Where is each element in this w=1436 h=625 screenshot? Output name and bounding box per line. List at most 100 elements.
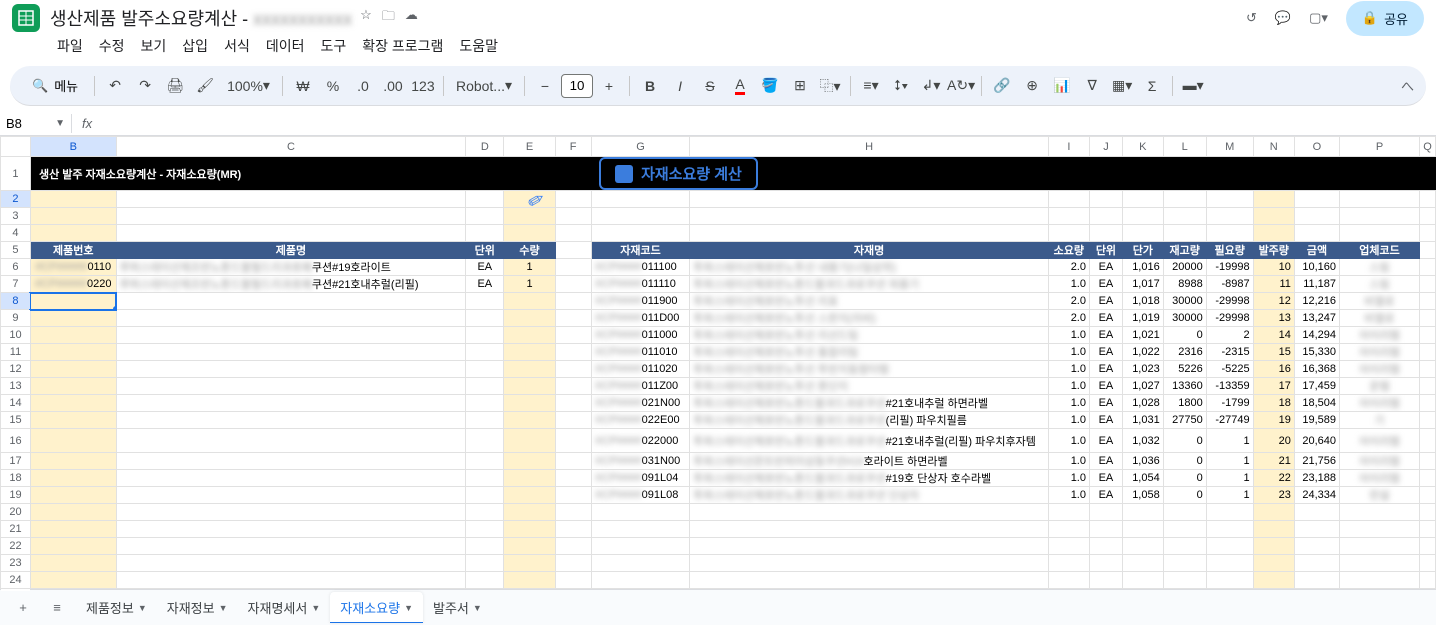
comments-icon[interactable]: 💬 [1275, 10, 1291, 26]
sheet-tab-자재소요량[interactable]: 자재소요량 ▼ [330, 592, 423, 623]
row-header-20[interactable]: 20 [1, 504, 31, 521]
row-header-7[interactable]: 7 [1, 276, 31, 293]
col-header-G[interactable]: G [591, 137, 690, 157]
name-box[interactable]: B8▼ [0, 114, 72, 133]
menu-데이터[interactable]: 데이터 [259, 32, 312, 60]
menu-확장 프로그램[interactable]: 확장 프로그램 [355, 32, 450, 60]
cell[interactable] [466, 191, 504, 208]
cell[interactable] [116, 208, 466, 225]
row-header-6[interactable]: 6 [1, 259, 31, 276]
filter-button[interactable]: ∇ [1078, 72, 1106, 100]
cell[interactable] [690, 225, 1048, 242]
col-header-D[interactable]: D [466, 137, 504, 157]
font-size-input[interactable] [561, 74, 593, 98]
cell[interactable] [466, 208, 504, 225]
sheet-tab-발주서[interactable]: 발주서 ▼ [423, 592, 492, 623]
cell[interactable] [690, 191, 1048, 208]
cell[interactable] [1253, 225, 1294, 242]
text-color-button[interactable]: A [726, 72, 754, 100]
row-header-14[interactable]: 14 [1, 395, 31, 412]
italic-button[interactable]: I [666, 72, 694, 100]
valign-button[interactable]: ⭥▾ [887, 72, 915, 100]
percent-button[interactable]: % [319, 72, 347, 100]
strikethrough-button[interactable]: S [696, 72, 724, 100]
row-header-15[interactable]: 15 [1, 412, 31, 429]
row-header-9[interactable]: 9 [1, 310, 31, 327]
row-header-2[interactable]: 2 [1, 191, 31, 208]
borders-button[interactable]: ⊞ [786, 72, 814, 100]
col-header-H[interactable]: H [690, 137, 1048, 157]
row-header-17[interactable]: 17 [1, 453, 31, 470]
cell[interactable] [466, 225, 504, 242]
font-size-decrease[interactable]: − [531, 72, 559, 100]
cell[interactable] [555, 208, 591, 225]
cell[interactable] [591, 191, 690, 208]
bold-button[interactable]: B [636, 72, 664, 100]
row-header-4[interactable]: 4 [1, 225, 31, 242]
cell[interactable] [1340, 208, 1420, 225]
toolbar-collapse-button[interactable]: へ [1401, 76, 1414, 95]
comment-button[interactable]: ⊕ [1018, 72, 1046, 100]
row-header-21[interactable]: 21 [1, 521, 31, 538]
row-header-16[interactable]: 16 [1, 429, 31, 453]
cell[interactable] [30, 191, 116, 208]
menu-search[interactable]: 🔍메뉴 [22, 72, 88, 99]
cell[interactable] [1089, 191, 1122, 208]
col-header-F[interactable]: F [555, 137, 591, 157]
cell[interactable] [1122, 191, 1163, 208]
row-header-8[interactable]: 8 [1, 293, 31, 310]
paint-format-button[interactable]: 🖌 [191, 72, 219, 100]
meet-icon[interactable]: ▢▾ [1309, 10, 1328, 26]
cell[interactable] [1294, 208, 1339, 225]
menu-파일[interactable]: 파일 [50, 32, 90, 60]
add-sheet-button[interactable]: + [8, 593, 38, 623]
filter-views-button[interactable]: ▦▾ [1108, 72, 1136, 100]
menu-수정[interactable]: 수정 [92, 32, 132, 60]
all-sheets-button[interactable]: ≡ [42, 593, 72, 623]
row-header-23[interactable]: 23 [1, 555, 31, 572]
cell[interactable] [591, 225, 690, 242]
wrap-button[interactable]: ↲▾ [917, 72, 945, 100]
sheets-logo[interactable] [12, 4, 40, 32]
font-size-increase[interactable]: + [595, 72, 623, 100]
cell[interactable] [1163, 225, 1206, 242]
row-header-3[interactable]: 3 [1, 208, 31, 225]
row-header-1[interactable]: 1 [1, 157, 31, 191]
cell[interactable] [1419, 191, 1435, 208]
cell[interactable] [1048, 225, 1089, 242]
sheet-tab-제품정보[interactable]: 제품정보 ▼ [76, 592, 157, 623]
formula-input[interactable] [102, 112, 1436, 135]
col-header-L[interactable]: L [1163, 137, 1206, 157]
menu-서식[interactable]: 서식 [217, 32, 257, 60]
spreadsheet-grid[interactable]: BCDEFGHIJKLMNOPQ 1생산 발주 자재소요량계산 - 자재소요량(… [0, 136, 1436, 591]
merge-button[interactable]: ⿻▾ [816, 72, 844, 100]
link-button[interactable]: 🔗 [988, 72, 1016, 100]
more-formats-button[interactable]: 123 [409, 72, 437, 100]
col-header-P[interactable]: P [1340, 137, 1420, 157]
cell[interactable] [1163, 208, 1206, 225]
cell[interactable] [504, 208, 555, 225]
history-icon[interactable]: ↺ [1246, 10, 1257, 26]
cell[interactable] [555, 225, 591, 242]
cell[interactable] [116, 191, 466, 208]
cell[interactable] [1089, 225, 1122, 242]
menu-도움말[interactable]: 도움말 [452, 32, 505, 60]
fill-color-button[interactable]: 🪣 [756, 72, 784, 100]
row-header-24[interactable]: 24 [1, 572, 31, 589]
menu-삽입[interactable]: 삽입 [175, 32, 215, 60]
cell[interactable] [1253, 191, 1294, 208]
calc-button[interactable]: 자재소요량 계산 [599, 157, 758, 190]
cell[interactable] [555, 191, 591, 208]
row-header-10[interactable]: 10 [1, 327, 31, 344]
col-header-K[interactable]: K [1122, 137, 1163, 157]
cell[interactable] [1206, 191, 1253, 208]
font-select[interactable]: Robot... ▾ [450, 72, 518, 100]
cell[interactable] [1294, 191, 1339, 208]
cell[interactable] [1122, 208, 1163, 225]
cell[interactable] [1048, 191, 1089, 208]
functions-button[interactable]: Σ [1138, 72, 1166, 100]
col-header-J[interactable]: J [1089, 137, 1122, 157]
col-header-O[interactable]: O [1294, 137, 1339, 157]
row-header-5[interactable]: 5 [1, 242, 31, 259]
increase-decimal-button[interactable]: .00 [379, 72, 407, 100]
